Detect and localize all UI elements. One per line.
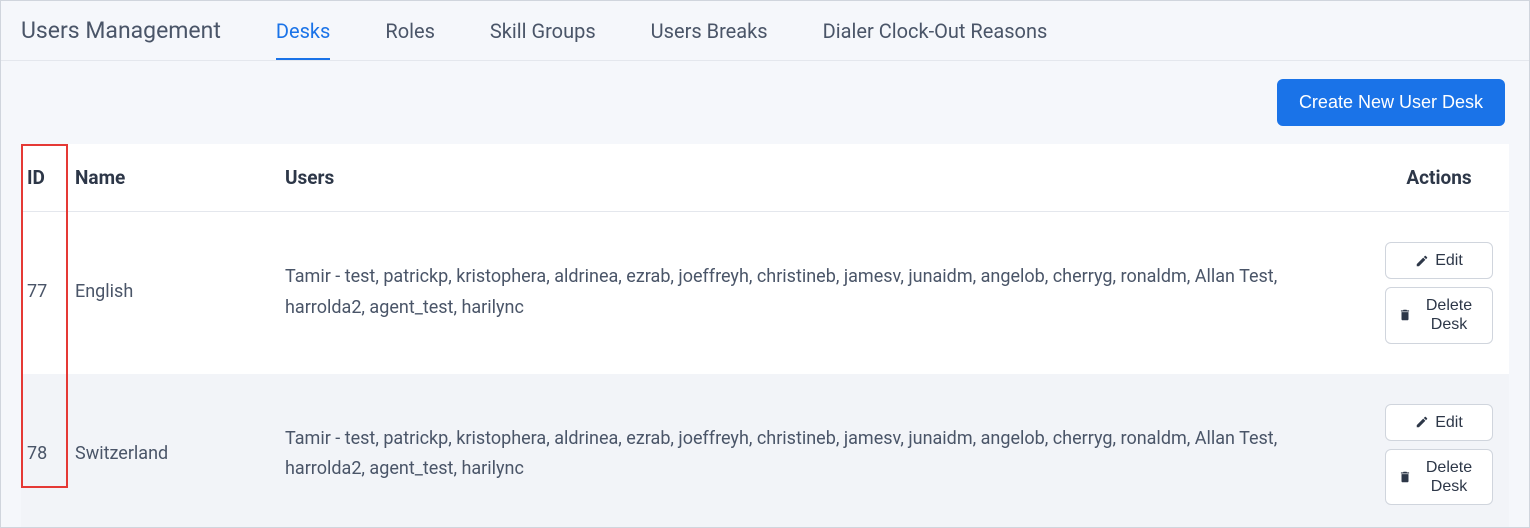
cell-name: English [65, 212, 275, 374]
column-header-actions: Actions [1369, 144, 1509, 212]
table-header-row: ID Name Users Actions [21, 144, 1509, 212]
edit-button[interactable]: Edit [1385, 242, 1493, 279]
cell-users: Tamir - test, patrickp, kristophera, ald… [275, 212, 1369, 374]
actions-bar: Create New User Desk [1, 61, 1529, 144]
column-header-name: Name [65, 144, 275, 212]
edit-icon [1415, 415, 1429, 429]
table-row: 77 English Tamir - test, patrickp, krist… [21, 212, 1509, 374]
tab-skill-groups[interactable]: Skill Groups [490, 1, 596, 60]
edit-label: Edit [1435, 251, 1463, 270]
create-new-user-desk-button[interactable]: Create New User Desk [1277, 79, 1505, 126]
cell-actions: Edit Delete Desk [1369, 212, 1509, 374]
tab-dialer-clock-out-reasons[interactable]: Dialer Clock-Out Reasons [823, 1, 1048, 60]
page-title: Users Management [21, 17, 221, 44]
desks-table: ID Name Users Actions 77 English Tamir -… [21, 144, 1509, 528]
edit-label: Edit [1435, 413, 1463, 432]
delete-label: Delete Desk [1418, 458, 1480, 496]
table-row: 78 Switzerland Tamir - test, patrickp, k… [21, 374, 1509, 528]
delete-desk-button[interactable]: Delete Desk [1385, 287, 1493, 343]
delete-desk-button[interactable]: Delete Desk [1385, 449, 1493, 505]
tabs-bar: Users Management Desks Roles Skill Group… [1, 1, 1529, 61]
edit-button[interactable]: Edit [1385, 404, 1493, 441]
row-actions: Edit Delete Desk [1379, 394, 1499, 516]
column-header-users: Users [275, 144, 1369, 212]
cell-id: 78 [21, 374, 65, 528]
trash-icon [1398, 470, 1412, 484]
trash-icon [1398, 308, 1412, 322]
table-wrapper: ID Name Users Actions 77 English Tamir -… [1, 144, 1529, 528]
column-header-id: ID [21, 144, 65, 212]
tab-roles[interactable]: Roles [385, 1, 435, 60]
tab-desks[interactable]: Desks [276, 1, 331, 60]
cell-id: 77 [21, 212, 65, 374]
main-container: Users Management Desks Roles Skill Group… [0, 0, 1530, 528]
delete-label: Delete Desk [1418, 296, 1480, 334]
tab-users-breaks[interactable]: Users Breaks [651, 1, 768, 60]
cell-actions: Edit Delete Desk [1369, 374, 1509, 528]
cell-users: Tamir - test, patrickp, kristophera, ald… [275, 374, 1369, 528]
row-actions: Edit Delete Desk [1379, 232, 1499, 354]
edit-icon [1415, 254, 1429, 268]
cell-name: Switzerland [65, 374, 275, 528]
